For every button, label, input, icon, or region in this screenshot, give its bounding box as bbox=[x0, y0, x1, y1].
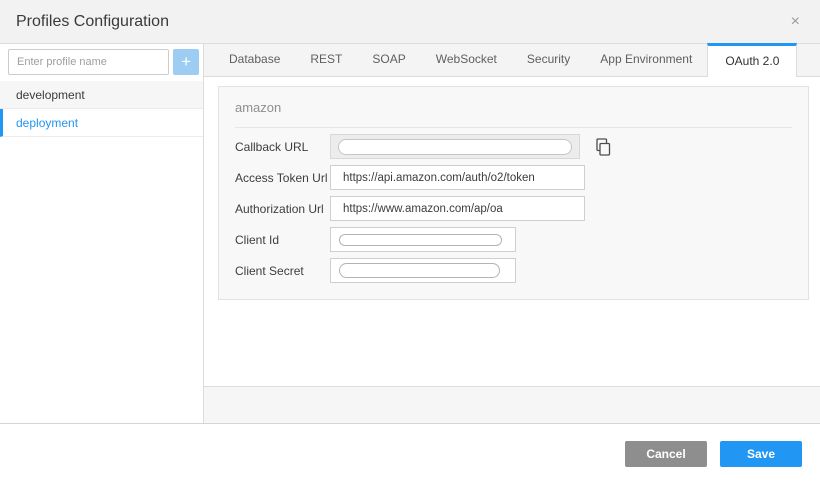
callback-url-field bbox=[330, 134, 580, 159]
redacted-value bbox=[338, 139, 572, 155]
profile-item-development[interactable]: development bbox=[0, 81, 203, 109]
plus-icon: + bbox=[181, 52, 191, 71]
field-label: Authorization Url bbox=[235, 202, 330, 216]
tab-security[interactable]: Security bbox=[512, 43, 585, 76]
field-label: Client Secret bbox=[235, 264, 330, 278]
authorization-url-input[interactable] bbox=[330, 196, 585, 221]
profiles-sidebar: + development deployment bbox=[0, 44, 204, 423]
provider-heading: amazon bbox=[235, 100, 792, 128]
redacted-value bbox=[339, 234, 502, 246]
cancel-button[interactable]: Cancel bbox=[625, 441, 707, 467]
copy-icon bbox=[594, 137, 612, 157]
tab-app-environment[interactable]: App Environment bbox=[585, 43, 707, 76]
profile-item-label: deployment bbox=[16, 116, 78, 130]
access-token-url-input[interactable] bbox=[330, 165, 585, 190]
tab-soap[interactable]: SOAP bbox=[357, 43, 420, 76]
authorization-url-row: Authorization Url bbox=[235, 196, 792, 221]
profile-item-deployment[interactable]: deployment bbox=[0, 109, 203, 137]
field-label: Callback URL bbox=[235, 140, 330, 154]
add-profile-button[interactable]: + bbox=[173, 49, 199, 75]
profile-item-label: development bbox=[16, 88, 85, 102]
tab-content: amazon Callback URL bbox=[204, 77, 820, 386]
field-label: Access Token Url bbox=[235, 171, 330, 185]
client-id-row: Client Id bbox=[235, 227, 792, 252]
tab-websocket[interactable]: WebSocket bbox=[421, 43, 512, 76]
profile-list: development deployment bbox=[0, 81, 203, 137]
profile-name-input[interactable] bbox=[8, 49, 169, 75]
save-button[interactable]: Save bbox=[720, 441, 802, 467]
field-label: Client Id bbox=[235, 233, 330, 247]
redacted-value bbox=[339, 263, 500, 278]
dialog-body: + development deployment Database REST S… bbox=[0, 44, 820, 423]
client-secret-field[interactable] bbox=[330, 258, 516, 283]
close-icon[interactable]: × bbox=[787, 12, 804, 32]
panel-footer-strip bbox=[204, 386, 820, 423]
dialog-header: Profiles Configuration × bbox=[0, 0, 820, 44]
oauth-provider-panel: amazon Callback URL bbox=[218, 86, 809, 300]
dialog-footer: Cancel Save bbox=[0, 424, 820, 484]
client-secret-row: Client Secret bbox=[235, 258, 792, 283]
profile-add-row: + bbox=[0, 44, 203, 80]
tab-database[interactable]: Database bbox=[214, 43, 295, 76]
dialog-title: Profiles Configuration bbox=[16, 13, 169, 31]
copy-button[interactable] bbox=[594, 137, 612, 157]
tab-rest[interactable]: REST bbox=[295, 43, 357, 76]
tab-oauth-2-0[interactable]: OAuth 2.0 bbox=[707, 43, 797, 77]
access-token-url-row: Access Token Url bbox=[235, 165, 792, 190]
tab-bar: Database REST SOAP WebSocket Security Ap… bbox=[204, 44, 820, 77]
client-id-field[interactable] bbox=[330, 227, 516, 252]
settings-panel: Database REST SOAP WebSocket Security Ap… bbox=[204, 44, 820, 423]
callback-url-row: Callback URL bbox=[235, 134, 792, 159]
profiles-configuration-dialog: Profiles Configuration × + development d… bbox=[0, 0, 820, 484]
